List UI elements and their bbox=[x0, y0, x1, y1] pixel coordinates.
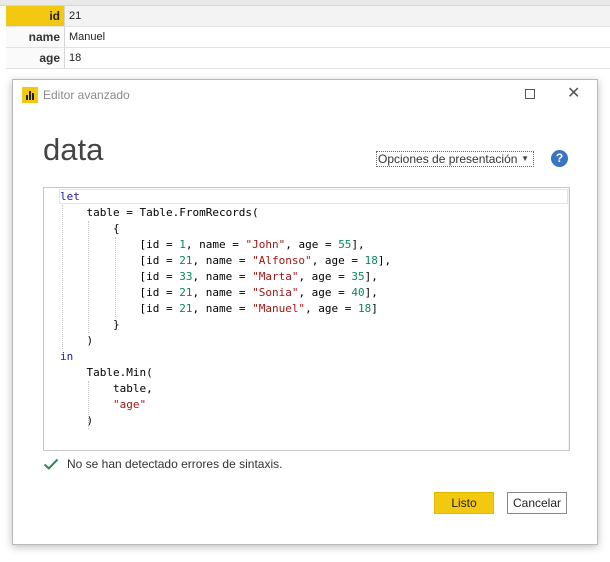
indent-guide bbox=[88, 221, 90, 333]
dialog-titlebar[interactable]: Editor avanzado ✕ bbox=[13, 80, 597, 110]
indent-guide bbox=[62, 205, 63, 349]
close-icon: ✕ bbox=[567, 85, 581, 102]
code-line: ) bbox=[60, 334, 94, 347]
code-line: } bbox=[60, 318, 120, 331]
record-field-value: 18 bbox=[65, 48, 610, 69]
syntax-status-text: No se han detectado errores de sintaxis. bbox=[67, 457, 283, 471]
code-line: Table.Min( bbox=[60, 366, 153, 379]
record-row-name[interactable]: name Manuel bbox=[6, 27, 610, 48]
code-line: in bbox=[60, 350, 74, 363]
display-options-label: Opciones de presentación bbox=[378, 152, 518, 166]
advanced-editor-dialog: Editor avanzado ✕ data Opciones de prese… bbox=[12, 79, 598, 545]
code-line: [id = 33, name = "Marta", age = 35], bbox=[60, 270, 378, 283]
record-row-age[interactable]: age 18 bbox=[6, 48, 610, 69]
record-field-key: name bbox=[6, 27, 65, 48]
code-line: [id = 1, name = "John", age = 55], bbox=[60, 238, 365, 251]
help-icon[interactable]: ? bbox=[551, 150, 568, 167]
current-line-highlight bbox=[59, 189, 568, 204]
cancel-button[interactable]: Cancelar bbox=[507, 492, 567, 514]
record-field-key: age bbox=[6, 48, 65, 69]
display-options-dropdown[interactable]: Opciones de presentación ▼ bbox=[376, 151, 534, 167]
powerbi-app-icon bbox=[22, 87, 38, 103]
close-button[interactable]: ✕ bbox=[564, 85, 584, 105]
indent-guide bbox=[114, 237, 116, 317]
code-line: [id = 21, name = "Sonia", age = 40], bbox=[60, 286, 378, 299]
code-line: table = Table.FromRecords( bbox=[60, 206, 259, 219]
query-name-heading: data bbox=[43, 132, 104, 167]
code-line: [id = 21, name = "Manuel", age = 18] bbox=[60, 302, 378, 315]
maximize-button[interactable] bbox=[520, 85, 540, 105]
record-field-key: id bbox=[6, 6, 65, 27]
record-row-id[interactable]: id 21 bbox=[6, 6, 610, 27]
maximize-icon bbox=[525, 89, 535, 99]
dialog-title: Editor avanzado bbox=[43, 88, 130, 102]
dropdown-caret-icon: ▼ bbox=[521, 154, 529, 163]
done-button[interactable]: Listo bbox=[434, 492, 494, 514]
editor-scroll-edge bbox=[568, 188, 569, 450]
code-editor[interactable]: let table = Table.FromRecords( { [id = 1… bbox=[43, 187, 570, 451]
code-line: "age" bbox=[112, 398, 147, 411]
code-line: let bbox=[60, 190, 80, 203]
code-line: { bbox=[60, 222, 120, 235]
record-field-value: Manuel bbox=[65, 27, 610, 48]
code-line: table, bbox=[60, 382, 153, 395]
record-field-value: 21 bbox=[65, 6, 610, 27]
indent-guide bbox=[88, 381, 90, 429]
code-line: [id = 21, name = "Alfonso", age = 18], bbox=[60, 254, 392, 267]
checkmark-icon bbox=[43, 458, 59, 470]
